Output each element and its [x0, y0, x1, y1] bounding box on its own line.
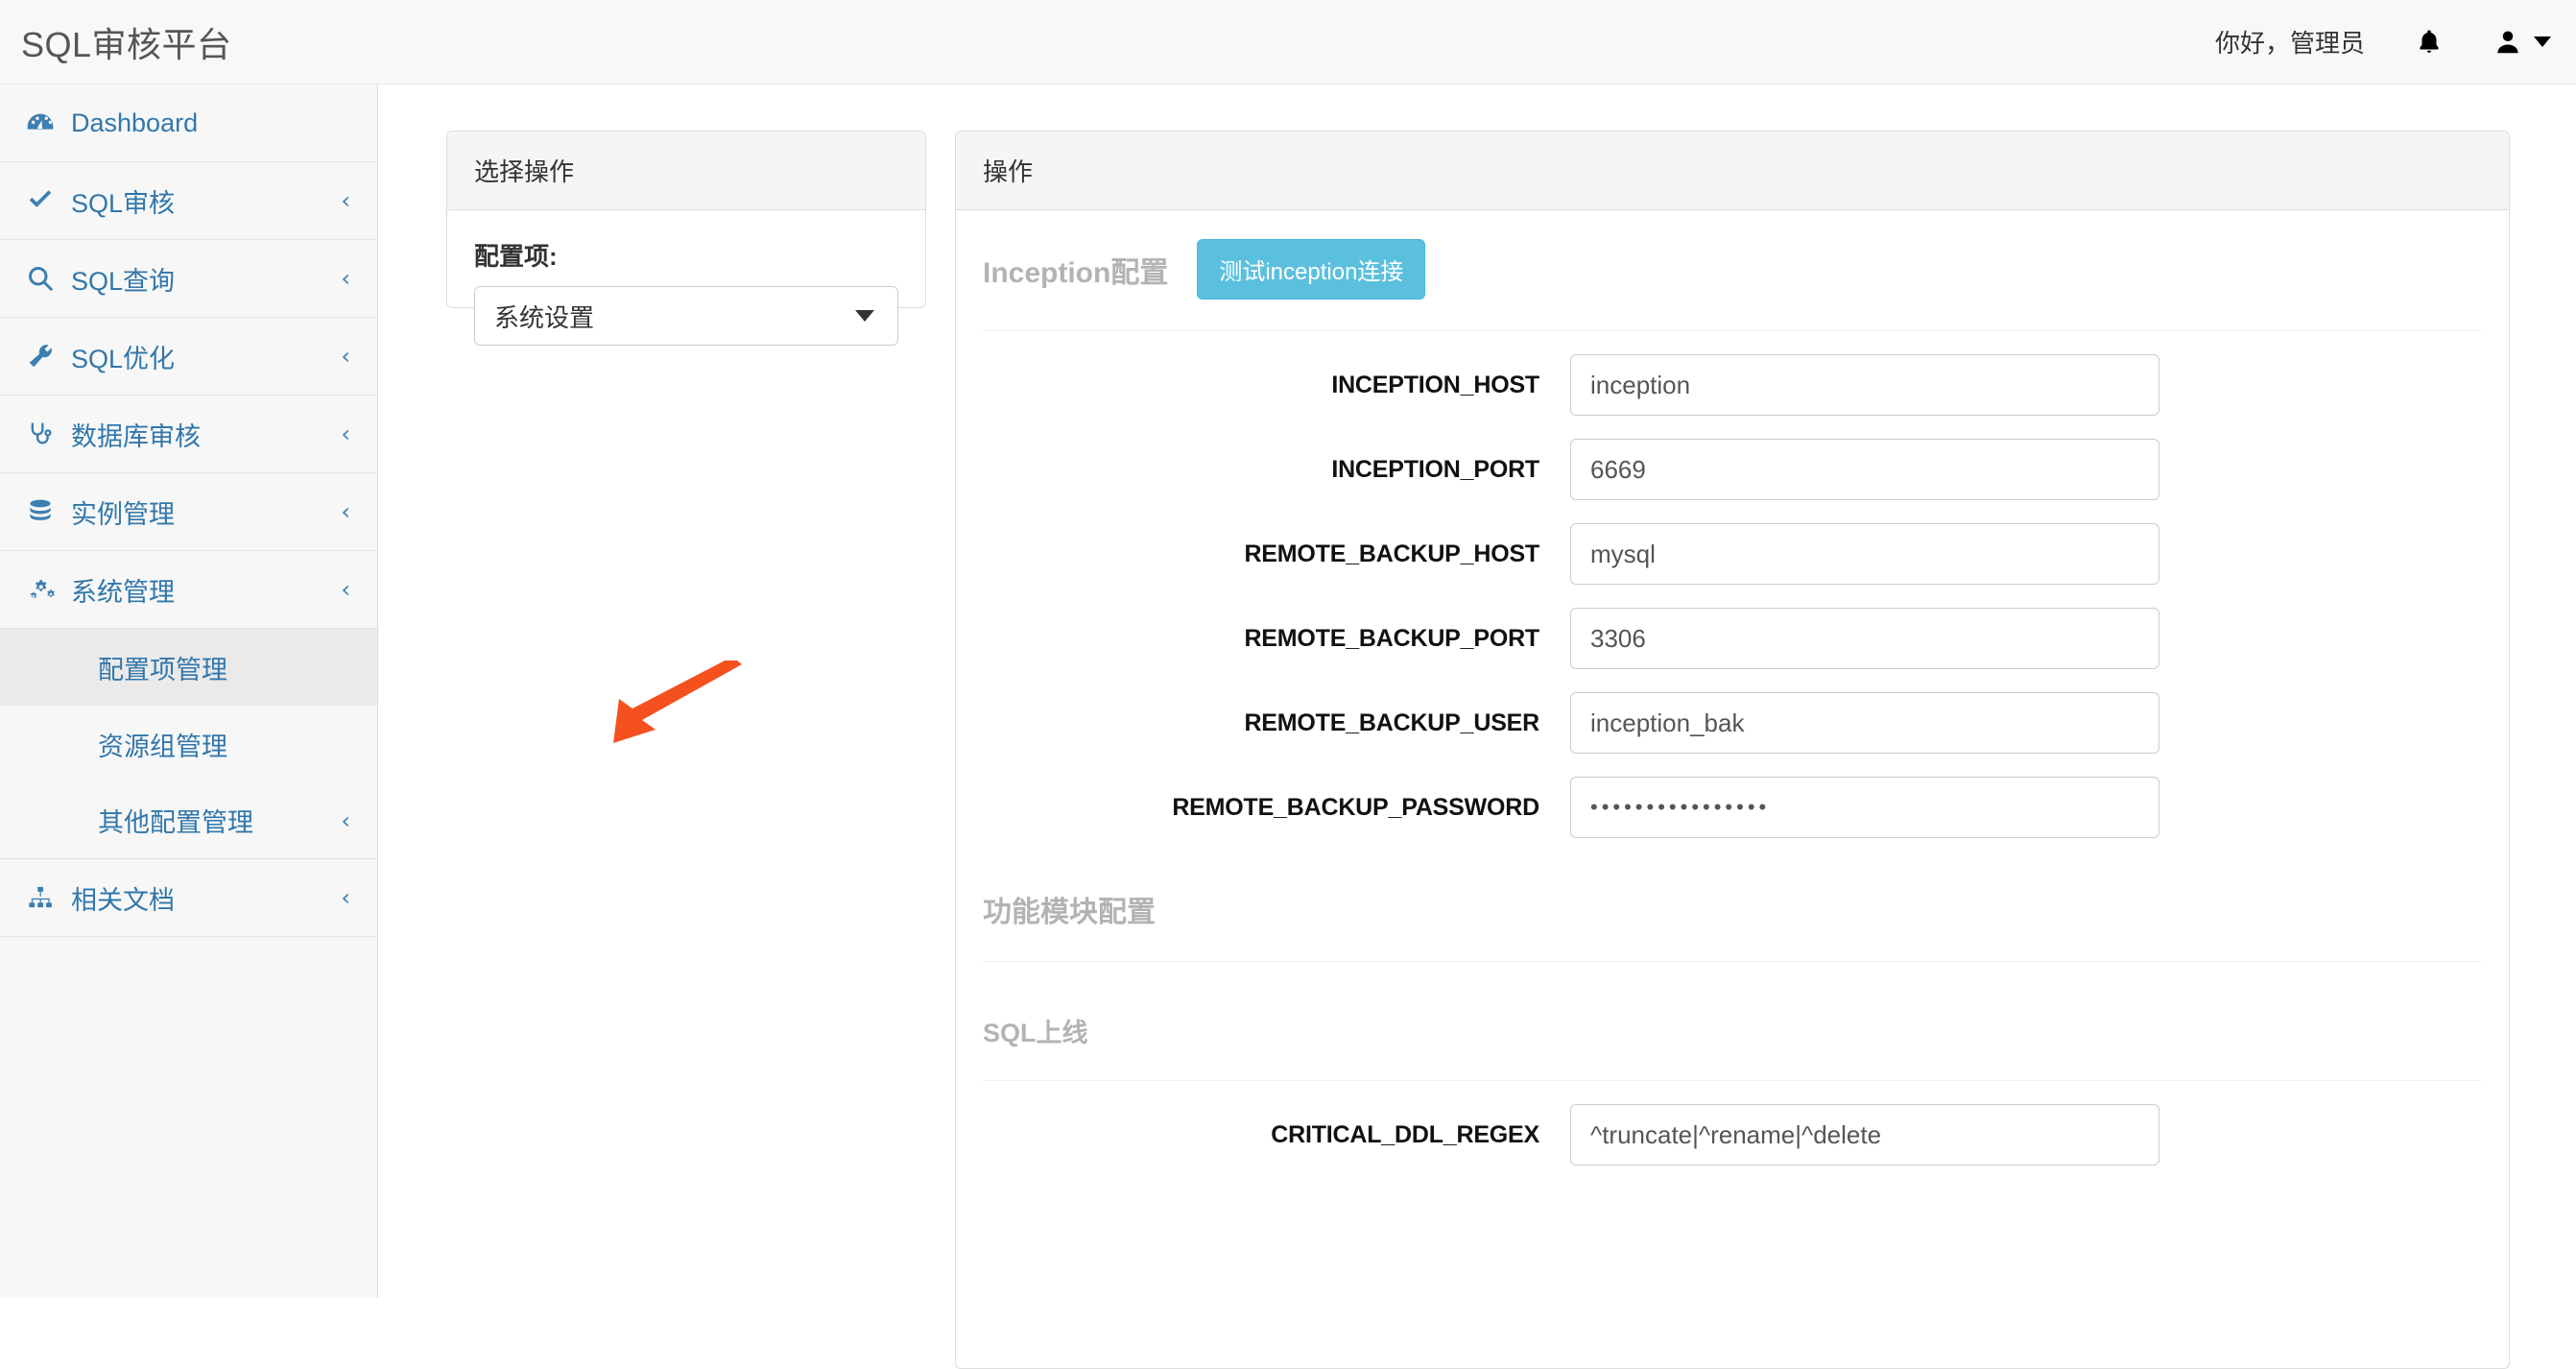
app-brand-title[interactable]: SQL审核平台	[21, 17, 232, 67]
main-content: 选择操作 配置项: 系统设置 由此进！ 操作 Inception配置 测试inc…	[379, 84, 2576, 1298]
remote-backup-port-input[interactable]	[1570, 608, 2159, 669]
chevron-left-icon: ‹	[341, 267, 350, 290]
test-inception-connection-button[interactable]: 测试inception连接	[1197, 239, 1425, 300]
field-label: REMOTE_BACKUP_USER	[983, 709, 1570, 737]
inception-port-input[interactable]	[1570, 439, 2159, 500]
bell-icon	[2415, 27, 2444, 58]
sidebar-item-label: Dashboard	[71, 108, 198, 138]
wrench-icon	[10, 342, 71, 371]
navbar-right-group: 你好，管理员	[2190, 0, 2576, 84]
search-icon	[10, 264, 71, 293]
operations-panel: 操作 Inception配置 测试inception连接 INCEPTION_H…	[955, 131, 2510, 1369]
chevron-down-icon	[855, 310, 874, 322]
sidebar-item-sql-audit[interactable]: SQL审核 ‹	[0, 162, 377, 240]
critical-ddl-regex-input[interactable]	[1570, 1104, 2159, 1165]
sidebar-item-label: 相关文档	[71, 879, 175, 917]
user-icon	[2493, 27, 2522, 58]
sql-release-subsection: SQL上线	[983, 1012, 2482, 1081]
inception-config-title: Inception配置	[983, 249, 1168, 291]
field-label: INCEPTION_PORT	[983, 456, 1570, 484]
sidebar-item-sql-optimize[interactable]: SQL优化 ‹	[0, 318, 377, 396]
sidebar-item-label: 配置项管理	[98, 649, 227, 686]
form-row-remote-backup-host: REMOTE_BACKUP_HOST	[983, 523, 2482, 585]
sidebar-item-other-config-mgmt[interactable]: 其他配置管理 ‹	[0, 782, 377, 859]
arrow-left-down-icon	[600, 660, 744, 752]
chevron-left-icon: ‹	[341, 422, 350, 445]
top-navbar: SQL审核平台 你好，管理员	[0, 0, 2576, 84]
remote-backup-user-input[interactable]	[1570, 692, 2159, 754]
operations-panel-body: Inception配置 测试inception连接 INCEPTION_HOST…	[956, 210, 2509, 1165]
module-config-section: 功能模块配置	[983, 888, 2482, 962]
operations-panel-title: 操作	[956, 132, 2509, 210]
sidebar-item-config-mgmt[interactable]: 配置项管理	[0, 629, 377, 706]
sidebar-item-dashboard[interactable]: Dashboard	[0, 84, 377, 162]
module-config-title: 功能模块配置	[983, 888, 2482, 930]
select-operation-panel-body: 配置项: 系统设置	[447, 210, 925, 372]
chevron-left-icon: ‹	[341, 189, 350, 212]
chevron-left-icon: ‹	[341, 886, 350, 909]
check-icon	[10, 186, 71, 215]
sidebar-item-related-docs[interactable]: 相关文档 ‹	[0, 859, 377, 937]
sidebar-item-instance-mgmt[interactable]: 实例管理 ‹	[0, 473, 377, 551]
section-divider	[983, 961, 2482, 962]
sidebar-item-label: SQL查询	[71, 260, 175, 298]
field-label: INCEPTION_HOST	[983, 372, 1570, 399]
remote-backup-password-input[interactable]	[1570, 777, 2159, 838]
form-row-remote-backup-port: REMOTE_BACKUP_PORT	[983, 608, 2482, 669]
field-label: REMOTE_BACKUP_PORT	[983, 625, 1570, 653]
sidebar-item-label: SQL优化	[71, 338, 175, 375]
sidebar-item-label: 资源组管理	[98, 726, 227, 763]
section-divider	[983, 1080, 2482, 1081]
user-menu-button[interactable]	[2469, 0, 2576, 84]
sidebar-item-resource-group-mgmt[interactable]: 资源组管理	[0, 706, 377, 782]
sidebar-item-db-audit[interactable]: 数据库审核 ‹	[0, 396, 377, 473]
stethoscope-icon	[10, 420, 71, 448]
chevron-left-icon: ‹	[341, 578, 350, 601]
inception-config-section-title-row: Inception配置 测试inception连接	[983, 239, 2482, 300]
chevron-down-icon	[2534, 36, 2551, 47]
remote-backup-host-input[interactable]	[1570, 523, 2159, 585]
sidebar: Dashboard SQL审核 ‹ SQL查询 ‹ SQL优化 ‹	[0, 84, 378, 1298]
inception-host-input[interactable]	[1570, 354, 2159, 416]
config-item-select[interactable]: 系统设置	[474, 286, 898, 346]
field-label: CRITICAL_DDL_REGEX	[983, 1121, 1570, 1149]
sidebar-item-label: 其他配置管理	[98, 802, 253, 839]
select-operation-panel: 选择操作 配置项: 系统设置	[446, 131, 926, 308]
sidebar-item-system-mgmt[interactable]: 系统管理 ‹	[0, 551, 377, 629]
sidebar-item-label: 数据库审核	[71, 416, 201, 453]
sidebar-item-sql-query[interactable]: SQL查询 ‹	[0, 240, 377, 318]
field-label: REMOTE_BACKUP_HOST	[983, 540, 1570, 568]
sidebar-item-label: 实例管理	[71, 493, 175, 531]
form-row-inception-port: INCEPTION_PORT	[983, 439, 2482, 500]
cogs-icon	[10, 575, 71, 604]
sidebar-item-label: 系统管理	[71, 571, 175, 609]
form-row-remote-backup-password: REMOTE_BACKUP_PASSWORD	[983, 777, 2482, 838]
form-row-remote-backup-user: REMOTE_BACKUP_USER	[983, 692, 2482, 754]
sql-release-title: SQL上线	[983, 1012, 2482, 1049]
config-item-label: 配置项:	[474, 237, 898, 273]
chevron-left-icon: ‹	[341, 345, 350, 368]
database-icon	[10, 497, 71, 526]
user-greeting: 你好，管理员	[2190, 24, 2390, 60]
form-row-inception-host: INCEPTION_HOST	[983, 354, 2482, 416]
config-item-select-value: 系统设置	[494, 299, 594, 334]
sidebar-item-label: SQL审核	[71, 182, 175, 220]
field-label: REMOTE_BACKUP_PASSWORD	[983, 794, 1570, 822]
chevron-left-icon: ‹	[341, 500, 350, 523]
chevron-left-icon: ‹	[341, 809, 350, 832]
sitemap-icon	[10, 884, 71, 911]
select-operation-panel-title: 选择操作	[447, 132, 925, 210]
tachometer-icon	[10, 108, 71, 138]
section-divider	[983, 330, 2482, 331]
notifications-button[interactable]	[2390, 0, 2469, 84]
form-row-critical-ddl-regex: CRITICAL_DDL_REGEX	[983, 1104, 2482, 1165]
